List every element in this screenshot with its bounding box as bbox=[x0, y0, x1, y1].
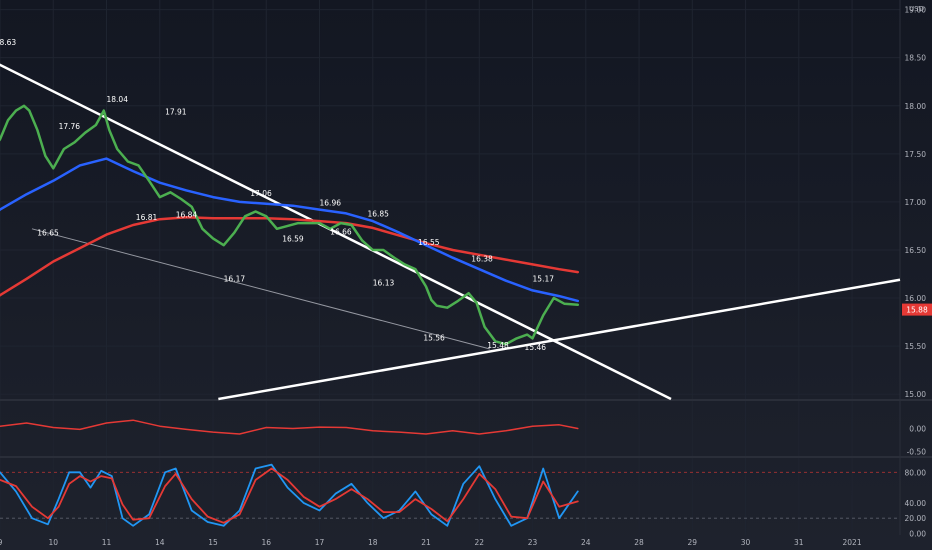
price-annotation-label: 15.56 bbox=[423, 333, 445, 342]
x-tick-label: 14 bbox=[155, 538, 165, 547]
last-price-label: 15.88 bbox=[906, 306, 928, 315]
price-tick-label: 16.50 bbox=[905, 246, 927, 255]
price-annotation-label: 16.66 bbox=[330, 228, 352, 237]
chart-root: 18.63 17.76 16.65 18.04 17.91 16.81 16.84 16.17… bbox=[0, 0, 932, 550]
price-annotation-label: 18.04 bbox=[107, 95, 129, 104]
chart-background bbox=[0, 0, 932, 550]
price-tick-label: 19.00 bbox=[905, 6, 927, 15]
oscillator-tick-label: 0.00 bbox=[909, 424, 926, 433]
x-tick-label: 11 bbox=[102, 538, 112, 547]
price-tick-label: 15.50 bbox=[905, 342, 927, 351]
price-tick-label: 17.00 bbox=[905, 198, 927, 207]
x-tick-label: 31 bbox=[794, 538, 804, 547]
stochastic-tick-label: 0.00 bbox=[909, 529, 926, 538]
x-tick-label: 21 bbox=[421, 538, 431, 547]
price-tick-label: 18.00 bbox=[905, 102, 927, 111]
price-annotation-label: 17.91 bbox=[165, 107, 187, 116]
price-annotation-label: 15.17 bbox=[533, 275, 555, 284]
price-annotation-label: 16.13 bbox=[373, 279, 395, 288]
panel-separator bbox=[0, 399, 932, 401]
x-tick-label: 16 bbox=[261, 538, 271, 547]
price-annotation-label: 16.85 bbox=[367, 209, 389, 218]
price-annotation-label: 16.81 bbox=[136, 213, 158, 222]
price-annotation-label: 16.59 bbox=[282, 234, 304, 243]
x-tick-label: 2021 bbox=[843, 538, 862, 547]
price-annotation-label: 16.38 bbox=[471, 255, 493, 264]
x-tick-label: 17 bbox=[315, 538, 325, 547]
price-tick-label: 17.50 bbox=[905, 150, 927, 159]
price-annotation-label: 17.06 bbox=[250, 189, 272, 198]
chart-canvas: 18.63 17.76 16.65 18.04 17.91 16.81 16.84 16.17… bbox=[0, 0, 932, 550]
stochastic-tick-label: 80.00 bbox=[905, 468, 927, 477]
price-annotation-label: 15.48 bbox=[487, 341, 509, 350]
price-annotation-label: 16.55 bbox=[418, 238, 440, 247]
x-tick-label: 10 bbox=[48, 538, 58, 547]
x-tick-label: 18 bbox=[368, 538, 378, 547]
x-tick-label: 29 bbox=[688, 538, 698, 547]
stochastic-tick-label: 20.00 bbox=[905, 514, 927, 523]
x-tick-label: 23 bbox=[528, 538, 538, 547]
price-tick-label: 16.00 bbox=[905, 294, 927, 303]
stochastic-tick-label: 40.00 bbox=[905, 499, 927, 508]
price-annotation-label: 16.96 bbox=[320, 199, 342, 208]
x-tick-label: 9 bbox=[0, 538, 3, 547]
oscillator-tick-label: -0.50 bbox=[907, 447, 927, 456]
price-annotation-label: 17.76 bbox=[59, 122, 81, 131]
x-tick-label: 22 bbox=[475, 538, 485, 547]
x-tick-label: 30 bbox=[741, 538, 751, 547]
price-annotation-label: 15.46 bbox=[525, 343, 547, 352]
x-tick-label: 28 bbox=[634, 538, 644, 547]
price-annotation-label: 16.84 bbox=[176, 210, 198, 219]
price-tick-label: 18.50 bbox=[905, 54, 927, 63]
panel-separator bbox=[0, 456, 932, 458]
price-annotation-label: 16.65 bbox=[37, 229, 59, 238]
price-annotation-label: 18.63 bbox=[0, 38, 16, 47]
price-annotation-label: 16.17 bbox=[224, 275, 246, 284]
x-tick-label: 15 bbox=[208, 538, 218, 547]
price-tick-label: 15.00 bbox=[905, 390, 927, 399]
x-tick-label: 24 bbox=[581, 538, 591, 547]
